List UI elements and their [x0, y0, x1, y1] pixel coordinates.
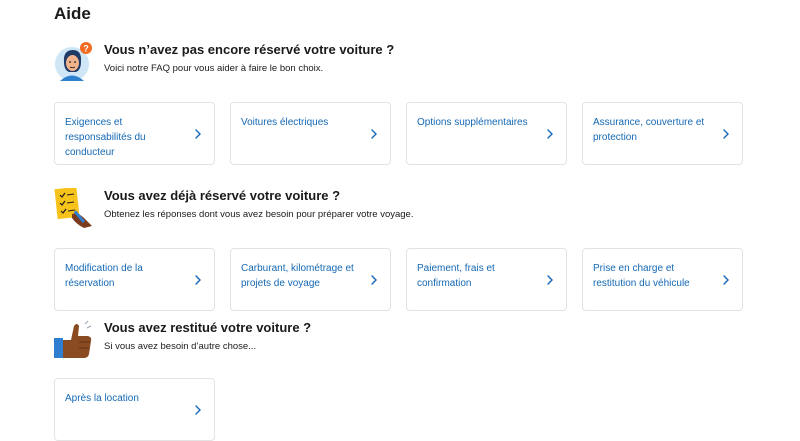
- chevron-right-icon: [195, 405, 201, 415]
- chevron-right-icon: [195, 129, 201, 139]
- faq-card-driver-requirements[interactable]: Exigences et responsabilités du conducte…: [54, 102, 215, 165]
- section-already-booked: Vous avez déjà réservé votre voiture ? O…: [54, 188, 754, 311]
- chevron-right-icon: [371, 275, 377, 285]
- faq-card-electric-cars[interactable]: Voitures électriques: [230, 102, 391, 165]
- chevron-right-icon: [723, 129, 729, 139]
- section-returned: Vous avez restitué votre voiture ? Si vo…: [54, 320, 754, 441]
- section-header: Vous avez déjà réservé votre voiture ? O…: [54, 188, 754, 228]
- section-not-booked: ? Vous n’avez pas encore réservé votre v…: [54, 42, 754, 165]
- faq-card-extra-options[interactable]: Options supplémentaires: [406, 102, 567, 165]
- faq-card-payment-fees[interactable]: Paiement, frais et confirmation: [406, 248, 567, 311]
- confused-person-icon: ?: [55, 42, 92, 81]
- faq-card-list: Après la location: [54, 378, 215, 441]
- chevron-right-icon: [195, 275, 201, 285]
- chevron-right-icon: [547, 275, 553, 285]
- faq-card-fuel-mileage[interactable]: Carburant, kilométrage et projets de voy…: [230, 248, 391, 311]
- chevron-right-icon: [723, 275, 729, 285]
- faq-card-label: Assurance, couverture et protection: [593, 117, 705, 143]
- faq-card-label: Voitures électriques: [241, 117, 329, 128]
- faq-card-label: Après la location: [65, 393, 139, 404]
- checklist-icon: [54, 188, 92, 228]
- section-subtitle: Voici notre FAQ pour vous aider à faire …: [104, 63, 324, 74]
- faq-card-list: Modification de la réservation Carburant…: [54, 248, 743, 311]
- section-header: ? Vous n’avez pas encore réservé votre v…: [54, 42, 754, 82]
- section-title: Vous n’avez pas encore réservé votre voi…: [104, 42, 395, 57]
- faq-card-list: Exigences et responsabilités du conducte…: [54, 102, 743, 165]
- section-title: Vous avez déjà réservé votre voiture ?: [104, 188, 341, 203]
- faq-card-after-rental[interactable]: Après la location: [54, 378, 215, 441]
- faq-card-pickup-return[interactable]: Prise en charge et restitution du véhicu…: [582, 248, 743, 311]
- faq-card-label: Carburant, kilométrage et projets de voy…: [241, 263, 354, 289]
- faq-card-label: Exigences et responsabilités du conducte…: [65, 117, 146, 158]
- faq-card-label: Options supplémentaires: [417, 117, 528, 128]
- section-title: Vous avez restitué votre voiture ?: [104, 320, 312, 335]
- chevron-right-icon: [371, 129, 377, 139]
- faq-card-label: Paiement, frais et confirmation: [417, 263, 495, 289]
- faq-card-label: Prise en charge et restitution du véhicu…: [593, 263, 690, 289]
- page-title: Aide: [54, 4, 91, 23]
- chevron-right-icon: [547, 129, 553, 139]
- svg-text:?: ?: [83, 44, 89, 54]
- faq-card-modify-booking[interactable]: Modification de la réservation: [54, 248, 215, 311]
- faq-card-insurance[interactable]: Assurance, couverture et protection: [582, 102, 743, 165]
- section-header: Vous avez restitué votre voiture ? Si vo…: [54, 320, 754, 360]
- faq-card-label: Modification de la réservation: [65, 263, 143, 289]
- section-subtitle: Obtenez les réponses dont vous avez beso…: [104, 209, 414, 220]
- thumbs-up-icon: [54, 320, 92, 358]
- section-subtitle: Si vous avez besoin d’autre chose...: [104, 341, 257, 352]
